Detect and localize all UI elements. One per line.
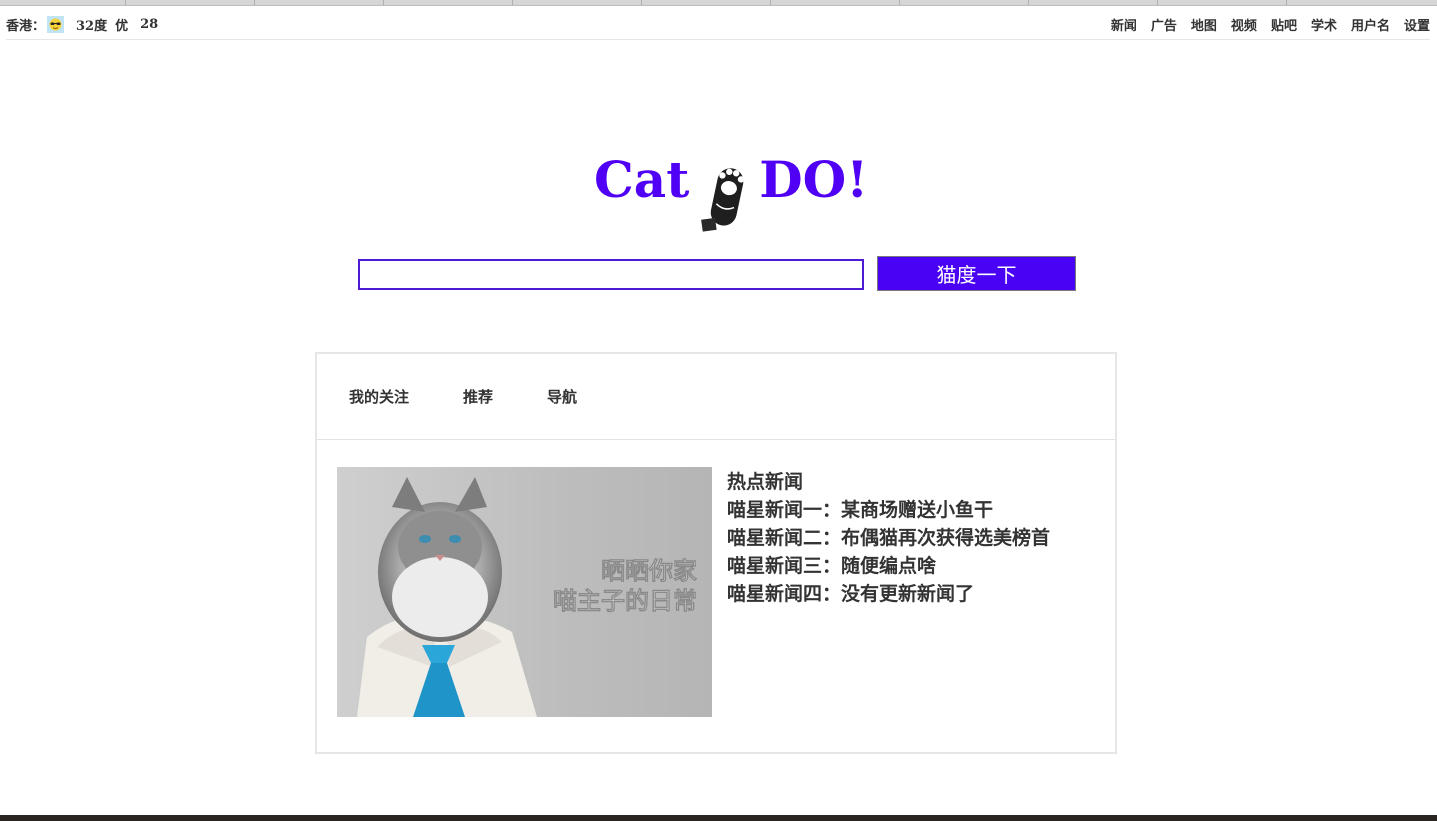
news-item[interactable]: 喵星新闻二：布偶猫再次获得选美榜首: [727, 524, 1050, 552]
air-quality-index: 28: [140, 17, 159, 32]
content-card: 我的关注 推荐 导航 晒晒你家 喵主子的日常 热点新闻 喵星新闻一：某商场赠送小…: [315, 352, 1117, 754]
logo-text-right: DO!: [759, 150, 869, 209]
hot-news-list: 热点新闻 喵星新闻一：某商场赠送小鱼干 喵星新闻二：布偶猫再次获得选美榜首 喵星…: [727, 468, 1050, 608]
link-tieba[interactable]: 贴吧: [1271, 15, 1297, 34]
top-links: 新闻 广告 地图 视频 贴吧 学术 用户名 设置: [1097, 15, 1430, 34]
hot-news-heading: 热点新闻: [727, 471, 804, 493]
logo-text-left: Cat: [594, 150, 690, 209]
site-logo: Cat DO!: [594, 150, 868, 242]
link-map[interactable]: 地图: [1191, 15, 1217, 34]
link-news[interactable]: 新闻: [1111, 15, 1137, 34]
link-academic[interactable]: 学术: [1311, 15, 1337, 34]
search-button[interactable]: 猫度一下: [877, 256, 1076, 291]
top-bar: 香港： 32度 优 28 新闻 广告 地图 视频 贴吧 学术 用户名 设置: [6, 6, 1430, 40]
news-item[interactable]: 喵星新闻四：没有更新新闻了: [727, 580, 1050, 608]
banner-caption-line2: 喵主子的日常: [553, 587, 697, 615]
link-username[interactable]: 用户名: [1351, 15, 1390, 34]
news-item[interactable]: 喵星新闻一：某商场赠送小鱼干: [727, 496, 1050, 524]
link-settings[interactable]: 设置: [1404, 15, 1430, 34]
air-quality-label: 优: [115, 19, 129, 34]
news-item[interactable]: 喵星新闻三：随便编点啥: [727, 552, 1050, 580]
tab-navigation[interactable]: 导航: [547, 386, 577, 407]
link-ads[interactable]: 广告: [1151, 15, 1177, 34]
tab-my-follow[interactable]: 我的关注: [349, 386, 409, 407]
weather-temperature: 32度: [76, 19, 108, 34]
cat-paw-icon: [701, 168, 745, 232]
link-video[interactable]: 视频: [1231, 15, 1257, 34]
weather-city: 香港：: [6, 19, 46, 34]
content-tabs: 我的关注 推荐 导航: [317, 354, 1115, 440]
search-input[interactable]: [358, 259, 864, 290]
weather-widget: 香港： 32度 优 28: [6, 15, 158, 34]
news-banner-image[interactable]: 晒晒你家 喵主子的日常: [337, 467, 712, 717]
sunny-sunglasses-icon: [47, 16, 65, 33]
banner-caption-line1: 晒晒你家: [601, 557, 697, 585]
tab-recommended[interactable]: 推荐: [463, 386, 493, 407]
browser-bottom-edge: [0, 815, 1437, 821]
